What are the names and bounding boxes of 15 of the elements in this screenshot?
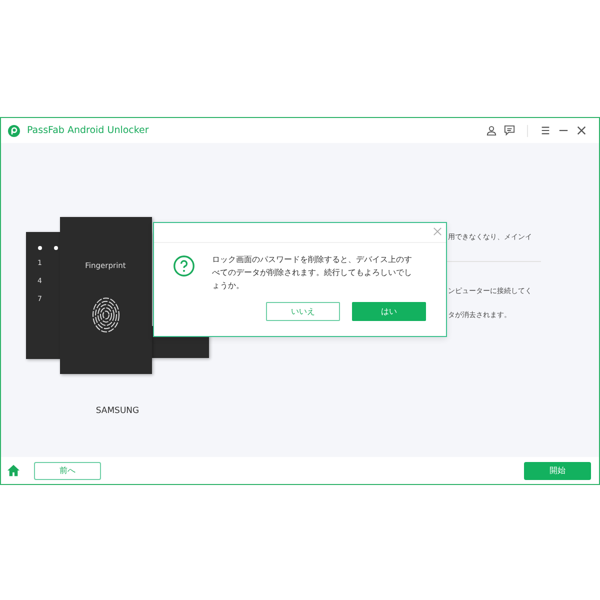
close-icon[interactable] bbox=[576, 125, 587, 136]
account-icon[interactable] bbox=[486, 125, 497, 136]
window-title: PassFab Android Unlocker bbox=[27, 125, 149, 136]
dialog-message: ロック画面のパスワードを削除すると、デバイス上のすべてのデータが削除されます。続行してもよろしいでしょうか。 bbox=[212, 254, 413, 292]
back-button[interactable]: 前へ bbox=[34, 462, 101, 480]
home-icon[interactable] bbox=[7, 464, 20, 477]
device-brand: SAMSUNG bbox=[96, 406, 140, 416]
fingerprint-icon bbox=[90, 295, 120, 335]
question-icon bbox=[173, 255, 195, 277]
confirm-button[interactable]: はい bbox=[352, 302, 426, 321]
cancel-button[interactable]: いいえ bbox=[266, 302, 340, 321]
logo-icon bbox=[8, 124, 20, 136]
start-button[interactable]: 開始 bbox=[524, 462, 591, 480]
feedback-icon[interactable] bbox=[504, 125, 515, 136]
menu-icon[interactable] bbox=[540, 125, 551, 136]
